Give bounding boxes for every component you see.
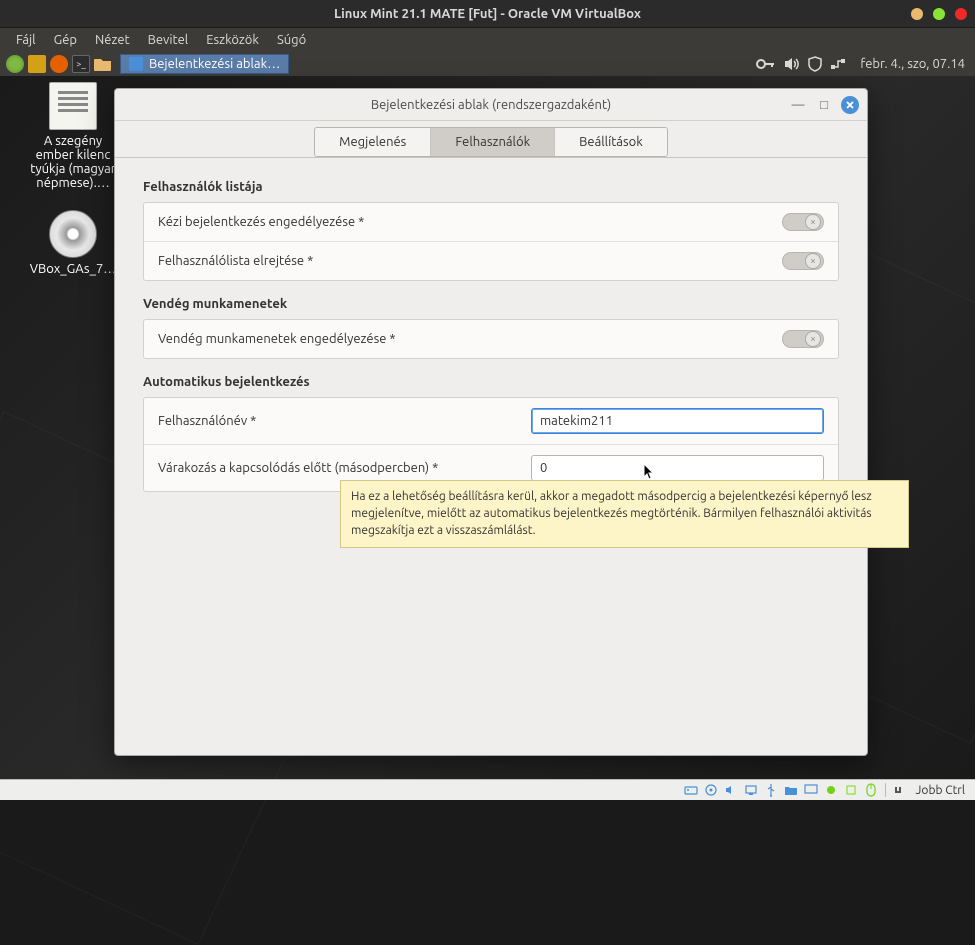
row-label: Felhasználólista elrejtése * xyxy=(158,254,782,268)
close-button[interactable] xyxy=(841,96,859,114)
mate-panel: >_ Bejelentkezési ablak… febr. 4., szo, … xyxy=(0,52,975,76)
firefox-icon[interactable] xyxy=(48,53,70,75)
delay-label: Várakozás a kapcsolódás előtt (másodperc… xyxy=(158,461,531,475)
menu-help[interactable]: Súgó xyxy=(269,31,314,49)
sb-network-icon[interactable] xyxy=(743,783,759,797)
key-icon[interactable] xyxy=(756,57,776,71)
row-label: Vendég munkamenetek engedélyezése * xyxy=(158,332,782,346)
sb-audio-icon[interactable] xyxy=(723,783,739,797)
sb-optical-icon[interactable] xyxy=(703,783,719,797)
taskbar-app-icon xyxy=(129,57,143,71)
host-window-controls xyxy=(911,8,967,20)
mint-menu-icon[interactable] xyxy=(4,53,26,75)
toggle-hide-userlist[interactable] xyxy=(782,252,824,270)
delay-input[interactable] xyxy=(531,455,824,481)
tab-users[interactable]: Felhasználók xyxy=(431,128,555,156)
minimize-button[interactable]: — xyxy=(789,96,807,114)
row-hide-userlist: Felhasználólista elrejtése * xyxy=(144,242,838,280)
username-input[interactable] xyxy=(531,408,824,434)
virtualbox-statusbar: Jobb Ctrl xyxy=(0,779,975,800)
row-username: Felhasználónév * xyxy=(144,398,838,445)
sb-mouse-icon[interactable] xyxy=(863,783,879,797)
host-minimize-button[interactable] xyxy=(911,8,923,20)
maximize-button[interactable]: □ xyxy=(815,96,833,114)
tab-settings[interactable]: Beállítások xyxy=(555,128,667,156)
sb-recording-icon[interactable] xyxy=(823,783,839,797)
row-label: Kézi bejelentkezés engedélyezése * xyxy=(158,215,782,229)
shield-icon[interactable] xyxy=(808,56,822,72)
sb-harddisk-icon[interactable] xyxy=(683,783,699,797)
sb-cpu-icon[interactable] xyxy=(843,783,859,797)
card-user-list: Kézi bejelentkezés engedélyezése * Felha… xyxy=(143,202,839,281)
desktop-icon-document[interactable]: A szegény ember kilenc tyúkja (magyar né… xyxy=(28,82,118,190)
files-icon[interactable] xyxy=(92,53,114,75)
menu-view[interactable]: Nézet xyxy=(87,31,138,49)
login-window-app: Bejelentkezési ablak (rendszergazdaként)… xyxy=(114,88,868,756)
taskbar-label: Bejelentkezési ablak… xyxy=(149,57,280,71)
username-label: Felhasználónév * xyxy=(158,414,531,428)
show-desktop-icon[interactable] xyxy=(28,55,46,73)
host-maximize-button[interactable] xyxy=(933,8,945,20)
section-user-list: Felhasználók listája xyxy=(143,180,839,194)
desktop-icon-disc[interactable]: VBox_GAs_7… xyxy=(28,210,118,276)
sb-keyboard-icon[interactable] xyxy=(892,783,908,797)
menu-devices[interactable]: Eszközök xyxy=(198,31,267,49)
panel-clock[interactable]: febr. 4., szo, 07.14 xyxy=(854,57,971,71)
sb-usb-icon[interactable] xyxy=(763,783,779,797)
desktop-icon-label: A szegény ember kilenc tyúkja (magyar né… xyxy=(28,134,118,190)
toggle-guest-enable[interactable] xyxy=(782,330,824,348)
tooltip-delay-help: Ha ez a lehetőség beállításra kerül, akk… xyxy=(340,480,909,548)
virtualbox-title: Linux Mint 21.1 MATE [Fut] - Oracle VM V… xyxy=(334,7,641,21)
card-autologin: Felhasználónév * Várakozás a kapcsolódás… xyxy=(143,397,839,492)
content-area: Felhasználók listája Kézi bejelentkezés … xyxy=(115,158,867,755)
volume-icon[interactable] xyxy=(784,57,800,71)
sb-display-icon[interactable] xyxy=(803,783,819,797)
disc-icon xyxy=(49,210,97,258)
menu-input[interactable]: Bevitel xyxy=(140,31,197,49)
row-guest-enable: Vendég munkamenetek engedélyezése * xyxy=(144,320,838,358)
host-close-button[interactable] xyxy=(955,8,967,20)
menu-file[interactable]: Fájl xyxy=(8,31,44,49)
card-guest: Vendég munkamenetek engedélyezése * xyxy=(143,319,839,359)
document-icon xyxy=(49,82,97,130)
toggle-manual-login[interactable] xyxy=(782,213,824,231)
taskbar-button-login-window[interactable]: Bejelentkezési ablak… xyxy=(120,54,289,74)
section-guest: Vendég munkamenetek xyxy=(143,297,839,311)
terminal-icon[interactable]: >_ xyxy=(72,55,90,73)
sb-host-key: Jobb Ctrl xyxy=(912,784,969,797)
section-autologin: Automatikus bejelentkezés xyxy=(143,375,839,389)
tab-row: Megjelenés Felhasználók Beállítások xyxy=(115,121,867,158)
sb-shared-folder-icon[interactable] xyxy=(783,783,799,797)
virtualbox-titlebar: Linux Mint 21.1 MATE [Fut] - Oracle VM V… xyxy=(0,0,975,28)
row-manual-login: Kézi bejelentkezés engedélyezése * xyxy=(144,203,838,242)
tab-appearance[interactable]: Megjelenés xyxy=(315,128,431,156)
desktop-icon-label: VBox_GAs_7… xyxy=(28,262,118,276)
app-title: Bejelentkezési ablak (rendszergazdaként) xyxy=(115,98,867,112)
app-titlebar[interactable]: Bejelentkezési ablak (rendszergazdaként)… xyxy=(115,89,867,121)
virtualbox-menubar: Fájl Gép Nézet Bevitel Eszközök Súgó xyxy=(0,28,975,52)
network-icon[interactable] xyxy=(830,57,846,71)
menu-machine[interactable]: Gép xyxy=(46,31,85,49)
